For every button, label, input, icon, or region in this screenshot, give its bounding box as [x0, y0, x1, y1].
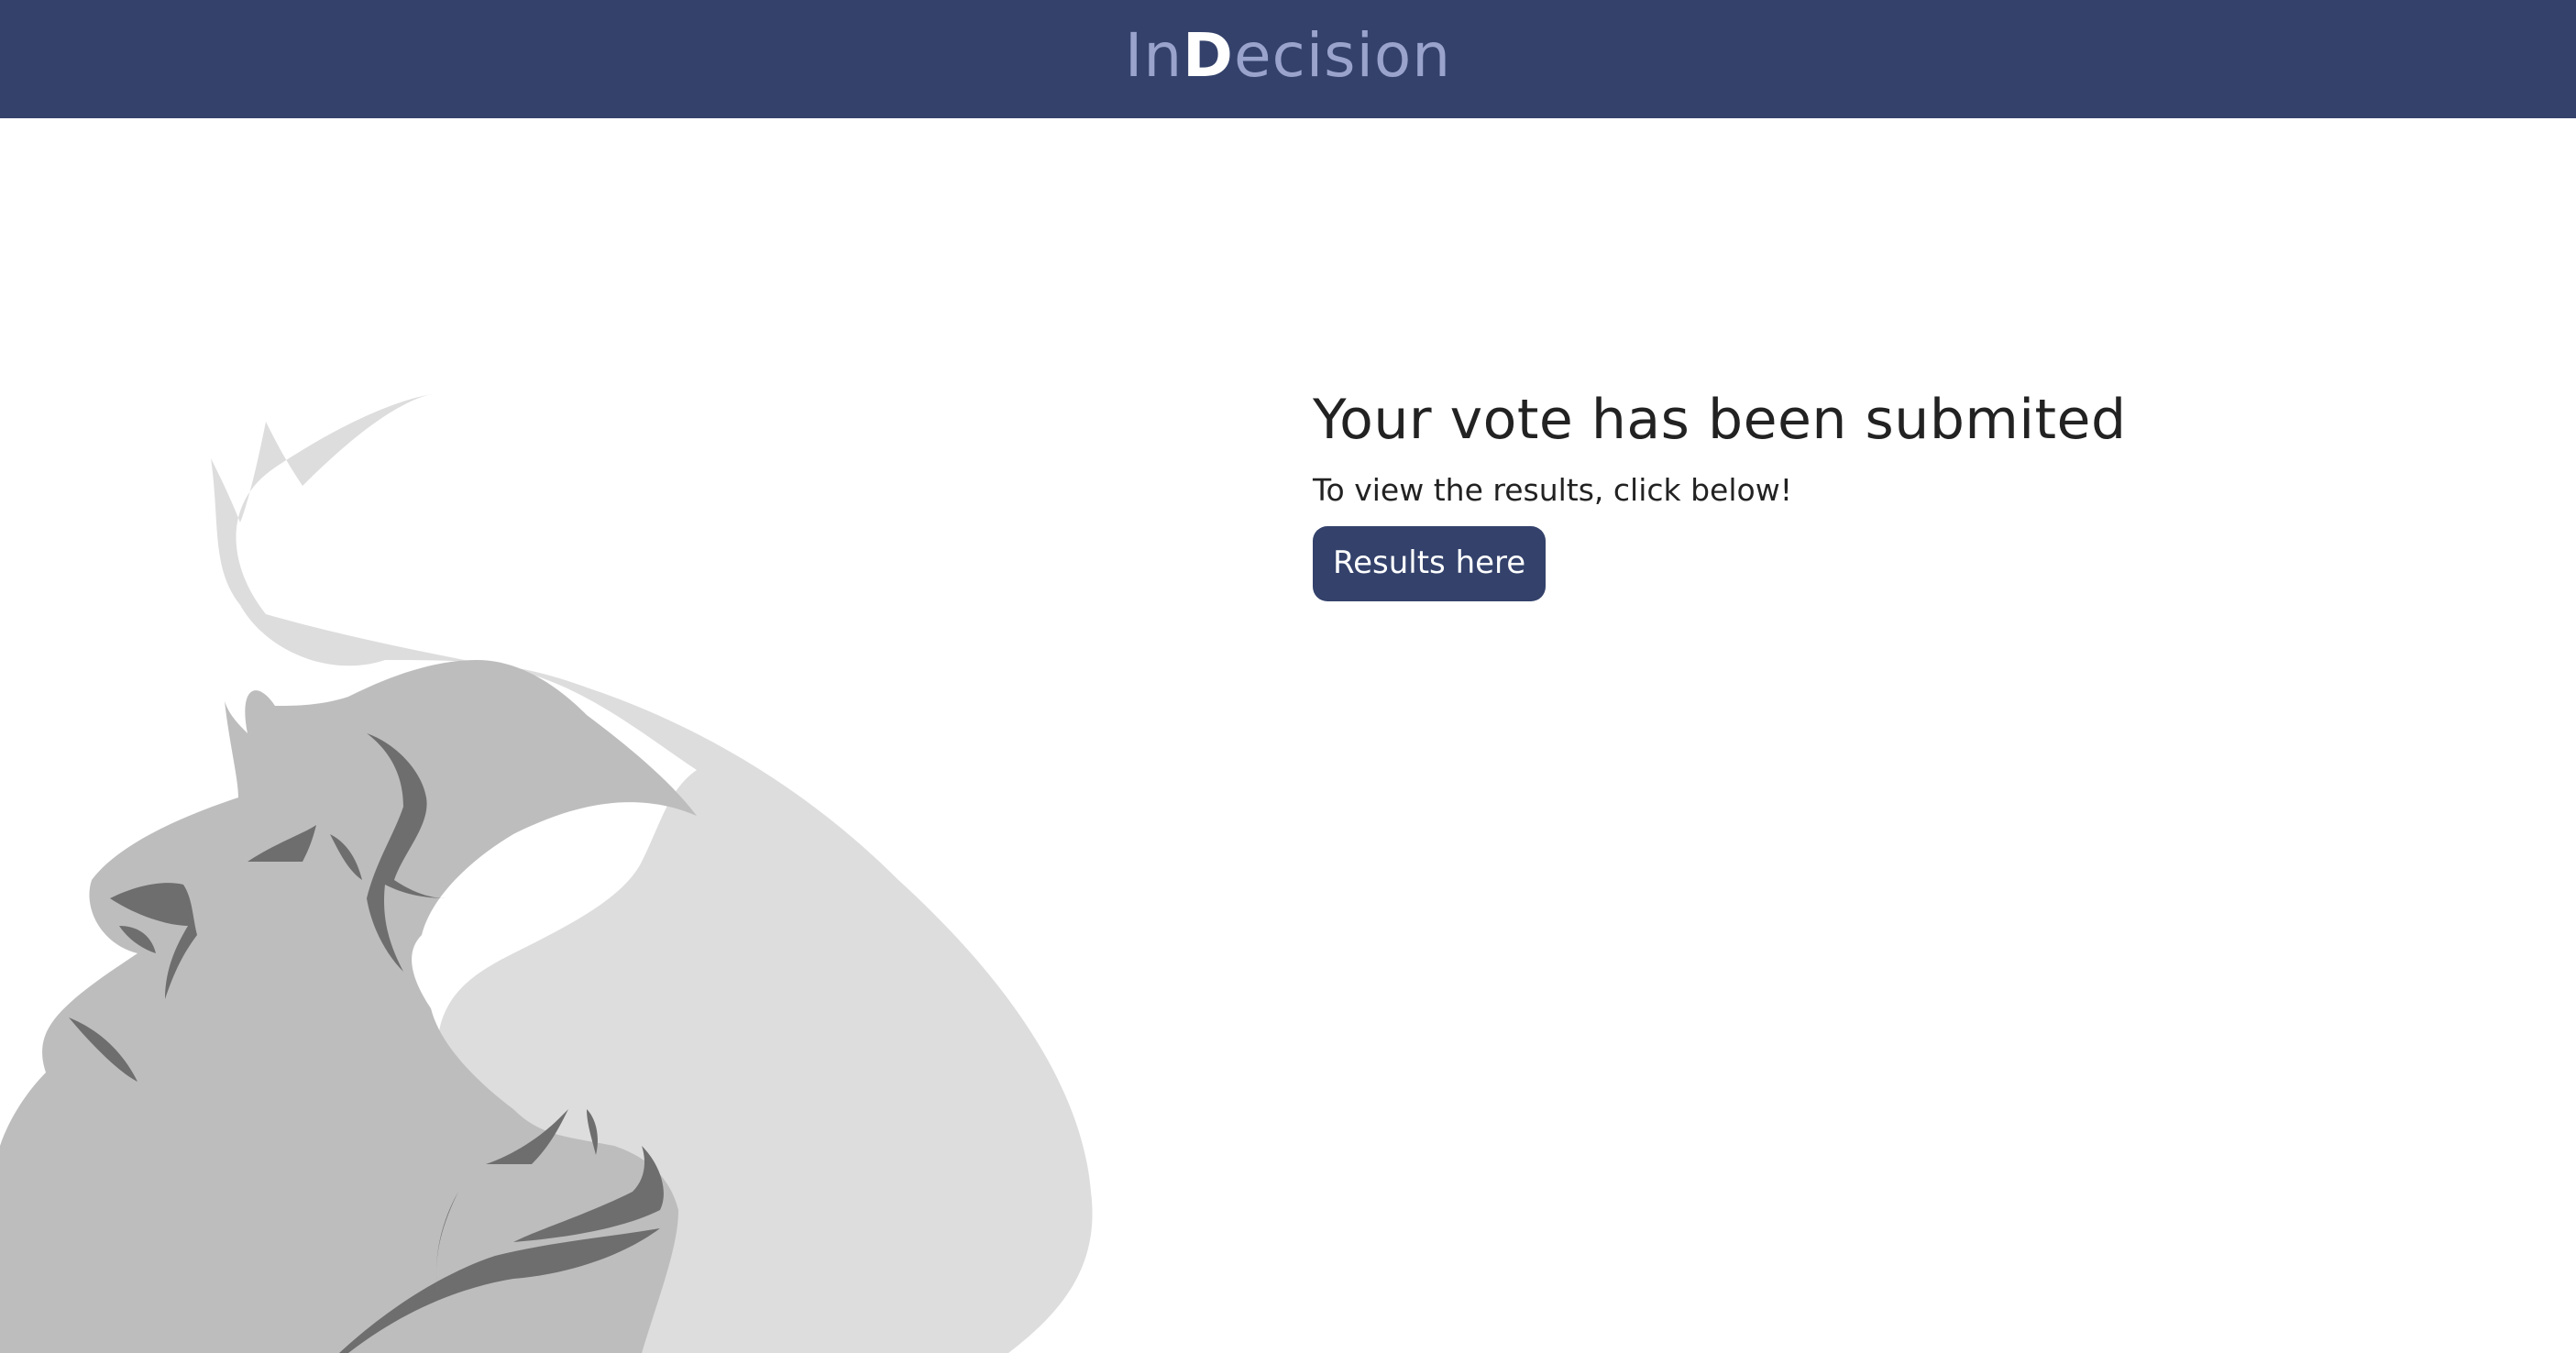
instruction-text: To view the results, click below! [1313, 472, 1792, 508]
results-button[interactable]: Results here [1313, 526, 1547, 601]
confirmation-panel: Your vote has been submited To view the … [1313, 390, 2127, 601]
logo-accent: D [1183, 19, 1234, 91]
logo-prefix: In [1124, 19, 1183, 91]
face-silhouette-illustration [0, 394, 1093, 1353]
app-logo[interactable]: InDecision [1125, 25, 1451, 86]
page-title: Your vote has been submited [1313, 388, 2127, 452]
top-header-bar: InDecision [0, 0, 2576, 118]
logo-suffix: ecision [1233, 19, 1452, 91]
